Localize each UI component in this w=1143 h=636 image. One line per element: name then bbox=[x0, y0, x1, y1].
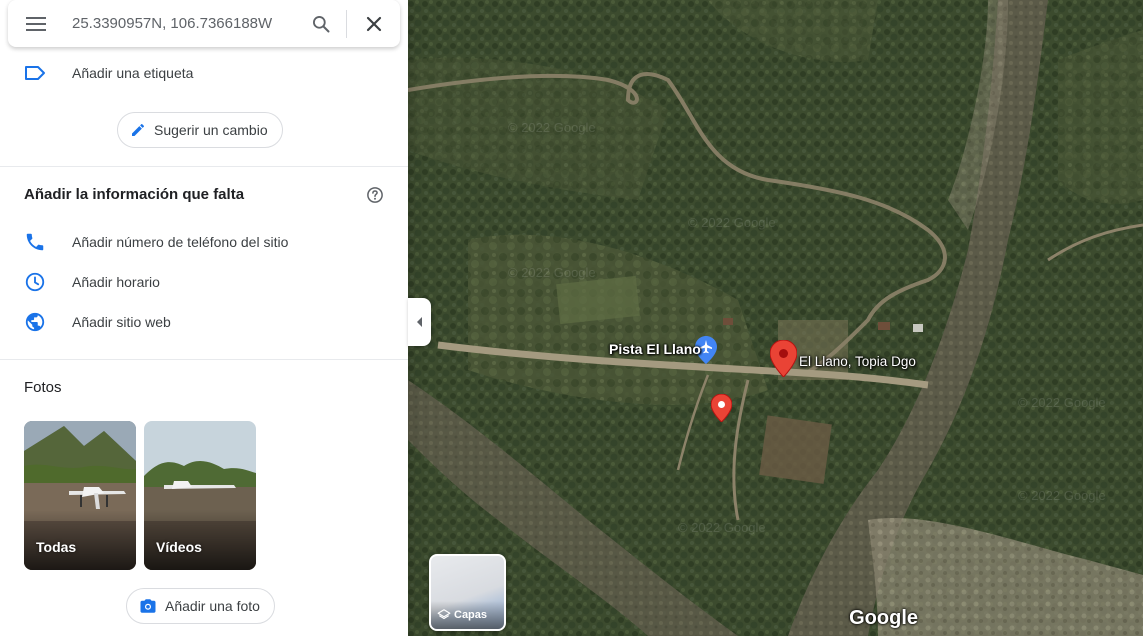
map-watermark: © 2022 Google bbox=[508, 265, 596, 280]
layers-button[interactable]: Capas bbox=[429, 554, 506, 631]
google-logo: Google bbox=[849, 607, 918, 629]
layers-icon bbox=[437, 609, 451, 620]
search-input[interactable] bbox=[72, 8, 302, 39]
help-icon bbox=[367, 187, 383, 203]
suggest-edit-button[interactable]: Sugerir un cambio bbox=[117, 112, 283, 148]
clear-search-button[interactable] bbox=[355, 5, 393, 43]
add-website-row[interactable]: Añadir sitio web bbox=[0, 302, 408, 342]
layers-button-label: Capas bbox=[437, 608, 487, 622]
secondary-pin[interactable] bbox=[710, 393, 733, 427]
search-button[interactable] bbox=[302, 5, 340, 43]
map-watermark: © 2022 Google bbox=[688, 215, 776, 230]
search-box bbox=[8, 0, 400, 47]
add-photo-button[interactable]: Añadir una foto bbox=[126, 588, 275, 624]
photo-tile-all-label: Todas bbox=[36, 539, 77, 555]
add-label-row[interactable]: Añadir una etiqueta bbox=[0, 53, 408, 93]
add-website-text: Añadir sitio web bbox=[72, 314, 171, 330]
clock-icon bbox=[25, 272, 45, 292]
phone-icon bbox=[26, 233, 44, 251]
photo-tile-videos[interactable]: Vídeos bbox=[144, 421, 256, 570]
hamburger-menu-icon bbox=[26, 16, 46, 31]
globe-icon bbox=[25, 312, 45, 332]
add-hours-row[interactable]: Añadir horario bbox=[0, 262, 408, 302]
map-canvas[interactable]: © 2022 Google © 2022 Google © 2022 Googl… bbox=[408, 0, 1143, 636]
label-icon bbox=[25, 66, 45, 80]
suggest-edit-label: Sugerir un cambio bbox=[154, 122, 268, 138]
add-hours-text: Añadir horario bbox=[72, 274, 160, 290]
side-panel: Añadir una etiqueta Sugerir un cambio Añ… bbox=[0, 0, 408, 636]
map-watermark: © 2022 Google bbox=[508, 120, 596, 135]
add-photo-label: Añadir una foto bbox=[165, 598, 260, 614]
add-photo-camera-icon bbox=[140, 599, 156, 613]
airstrip-label[interactable]: Pista El Llano bbox=[609, 341, 701, 357]
map-watermark: © 2022 Google bbox=[1018, 488, 1106, 503]
satellite-imagery bbox=[408, 0, 1143, 636]
help-button[interactable] bbox=[366, 186, 384, 209]
add-label-text: Añadir una etiqueta bbox=[72, 65, 194, 81]
place-label[interactable]: El Llano, Topia Dgo bbox=[799, 354, 916, 369]
close-icon bbox=[366, 16, 382, 31]
add-phone-text: Añadir número de teléfono del sitio bbox=[72, 234, 289, 250]
pencil-icon bbox=[132, 124, 144, 136]
map-watermark: © 2022 Google bbox=[678, 520, 766, 535]
menu-button[interactable] bbox=[8, 0, 64, 47]
map-watermark: © 2022 Google bbox=[1018, 395, 1106, 410]
search-divider bbox=[346, 9, 347, 38]
collapse-panel-button[interactable] bbox=[408, 298, 431, 346]
photos-title: Fotos bbox=[24, 379, 62, 396]
add-phone-row[interactable]: Añadir número de teléfono del sitio bbox=[0, 222, 408, 262]
photo-tile-videos-label: Vídeos bbox=[156, 539, 202, 555]
layers-label-text: Capas bbox=[454, 609, 488, 621]
section-divider bbox=[0, 359, 408, 360]
small-red-pin-icon bbox=[710, 393, 733, 423]
photo-tile-all[interactable]: Todas bbox=[24, 421, 136, 570]
red-pin-icon bbox=[769, 339, 798, 378]
missing-info-title: Añadir la información que falta bbox=[24, 186, 245, 203]
search-icon bbox=[313, 15, 330, 32]
section-divider bbox=[0, 166, 408, 167]
chevron-left-icon bbox=[416, 317, 422, 327]
selected-place-pin[interactable] bbox=[769, 339, 798, 382]
